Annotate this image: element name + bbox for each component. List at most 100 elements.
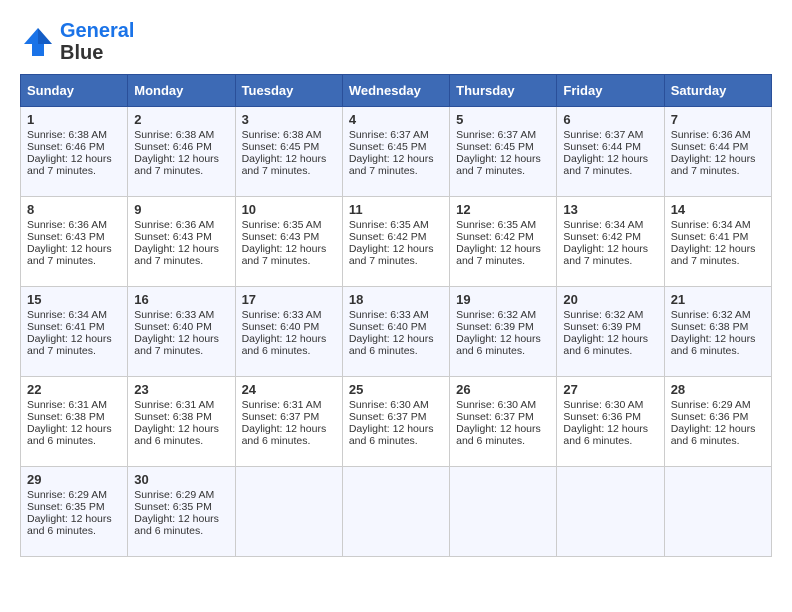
day-info-line: Daylight: 12 hours [456,243,550,255]
day-info-line: and 7 minutes. [456,165,550,177]
day-number: 19 [456,292,550,307]
day-number: 10 [242,202,336,217]
day-cell-1: 1Sunrise: 6:38 AMSunset: 6:46 PMDaylight… [21,107,128,197]
day-of-week-wednesday: Wednesday [342,75,449,107]
day-info-line: Sunset: 6:37 PM [242,411,336,423]
day-of-week-monday: Monday [128,75,235,107]
day-cell-16: 16Sunrise: 6:33 AMSunset: 6:40 PMDayligh… [128,287,235,377]
day-cell-17: 17Sunrise: 6:33 AMSunset: 6:40 PMDayligh… [235,287,342,377]
day-number: 4 [349,112,443,127]
day-info-line: Sunset: 6:42 PM [563,231,657,243]
day-cell-24: 24Sunrise: 6:31 AMSunset: 6:37 PMDayligh… [235,377,342,467]
day-info-line: Daylight: 12 hours [456,153,550,165]
day-info-line: Sunrise: 6:35 AM [349,219,443,231]
day-cell-21: 21Sunrise: 6:32 AMSunset: 6:38 PMDayligh… [664,287,771,377]
day-info-line: Sunrise: 6:31 AM [242,399,336,411]
day-info-line: Sunset: 6:43 PM [134,231,228,243]
day-info-line: Daylight: 12 hours [27,513,121,525]
day-info-line: Daylight: 12 hours [563,333,657,345]
day-number: 8 [27,202,121,217]
day-info-line: Sunset: 6:38 PM [27,411,121,423]
day-info-line: Sunset: 6:38 PM [134,411,228,423]
day-info-line: Daylight: 12 hours [242,333,336,345]
day-cell-18: 18Sunrise: 6:33 AMSunset: 6:40 PMDayligh… [342,287,449,377]
day-info-line: Daylight: 12 hours [671,333,765,345]
day-info-line: Sunset: 6:45 PM [456,141,550,153]
day-of-week-thursday: Thursday [450,75,557,107]
day-info-line: Sunset: 6:42 PM [349,231,443,243]
day-info-line: Sunrise: 6:30 AM [456,399,550,411]
day-cell-27: 27Sunrise: 6:30 AMSunset: 6:36 PMDayligh… [557,377,664,467]
empty-cell [664,467,771,557]
day-info-line: and 7 minutes. [27,255,121,267]
day-of-week-saturday: Saturday [664,75,771,107]
day-info-line: Sunrise: 6:32 AM [671,309,765,321]
day-info-line: Daylight: 12 hours [563,153,657,165]
day-info-line: Sunrise: 6:35 AM [242,219,336,231]
day-number: 16 [134,292,228,307]
day-cell-11: 11Sunrise: 6:35 AMSunset: 6:42 PMDayligh… [342,197,449,287]
day-info-line: Sunset: 6:35 PM [134,501,228,513]
day-info-line: Daylight: 12 hours [134,153,228,165]
logo: General Blue [20,20,134,64]
day-info-line: Daylight: 12 hours [27,243,121,255]
day-info-line: Sunrise: 6:35 AM [456,219,550,231]
day-number: 22 [27,382,121,397]
day-number: 18 [349,292,443,307]
day-cell-13: 13Sunrise: 6:34 AMSunset: 6:42 PMDayligh… [557,197,664,287]
day-number: 26 [456,382,550,397]
day-of-week-tuesday: Tuesday [235,75,342,107]
day-info-line: Sunrise: 6:34 AM [671,219,765,231]
day-info-line: Sunset: 6:41 PM [671,231,765,243]
day-info-line: and 6 minutes. [671,345,765,357]
day-info-line: Daylight: 12 hours [456,423,550,435]
day-info-line: Sunrise: 6:33 AM [349,309,443,321]
day-info-line: and 7 minutes. [242,255,336,267]
day-info-line: and 7 minutes. [456,255,550,267]
day-info-line: Sunset: 6:40 PM [134,321,228,333]
day-number: 2 [134,112,228,127]
day-info-line: Sunrise: 6:37 AM [563,129,657,141]
day-number: 12 [456,202,550,217]
day-info-line: Sunrise: 6:37 AM [456,129,550,141]
day-info-line: Sunrise: 6:29 AM [27,489,121,501]
day-cell-19: 19Sunrise: 6:32 AMSunset: 6:39 PMDayligh… [450,287,557,377]
day-info-line: Daylight: 12 hours [563,423,657,435]
day-info-line: Sunset: 6:37 PM [349,411,443,423]
day-number: 7 [671,112,765,127]
day-info-line: Sunset: 6:44 PM [671,141,765,153]
day-number: 27 [563,382,657,397]
day-info-line: and 7 minutes. [242,165,336,177]
day-info-line: Daylight: 12 hours [456,333,550,345]
day-info-line: Daylight: 12 hours [671,243,765,255]
day-info-line: Sunrise: 6:31 AM [134,399,228,411]
day-cell-30: 30Sunrise: 6:29 AMSunset: 6:35 PMDayligh… [128,467,235,557]
day-info-line: and 7 minutes. [563,255,657,267]
day-cell-9: 9Sunrise: 6:36 AMSunset: 6:43 PMDaylight… [128,197,235,287]
day-cell-22: 22Sunrise: 6:31 AMSunset: 6:38 PMDayligh… [21,377,128,467]
day-info-line: and 6 minutes. [27,435,121,447]
day-number: 3 [242,112,336,127]
day-info-line: and 7 minutes. [134,165,228,177]
day-info-line: and 6 minutes. [671,435,765,447]
day-info-line: Daylight: 12 hours [349,333,443,345]
day-info-line: Sunrise: 6:34 AM [563,219,657,231]
day-cell-5: 5 Sunrise: 6:37 AMSunset: 6:45 PMDaylight… [450,107,557,197]
day-info-line: and 7 minutes. [563,165,657,177]
day-cell-4: 4Sunrise: 6:37 AMSunset: 6:45 PMDaylight… [342,107,449,197]
day-info-line: Sunset: 6:37 PM [456,411,550,423]
day-info-line: Sunrise: 6:33 AM [134,309,228,321]
day-info-line: Sunrise: 6:36 AM [671,129,765,141]
logo-icon [20,24,56,60]
day-info-line: Daylight: 12 hours [563,243,657,255]
day-cell-8: 8Sunrise: 6:36 AMSunset: 6:43 PMDaylight… [21,197,128,287]
day-info-line: Sunset: 6:45 PM [242,141,336,153]
day-info-line: Sunrise: 6:29 AM [671,399,765,411]
day-info-line: Sunset: 6:46 PM [134,141,228,153]
day-cell-26: 26 Sunrise: 6:30 AMSunset: 6:37 PMDayligh… [450,377,557,467]
day-number: 5 [456,112,550,127]
day-info-line: Sunrise: 6:37 AM [349,129,443,141]
day-info-line: and 7 minutes. [671,255,765,267]
day-number: 30 [134,472,228,487]
day-info-line: Sunrise: 6:33 AM [242,309,336,321]
